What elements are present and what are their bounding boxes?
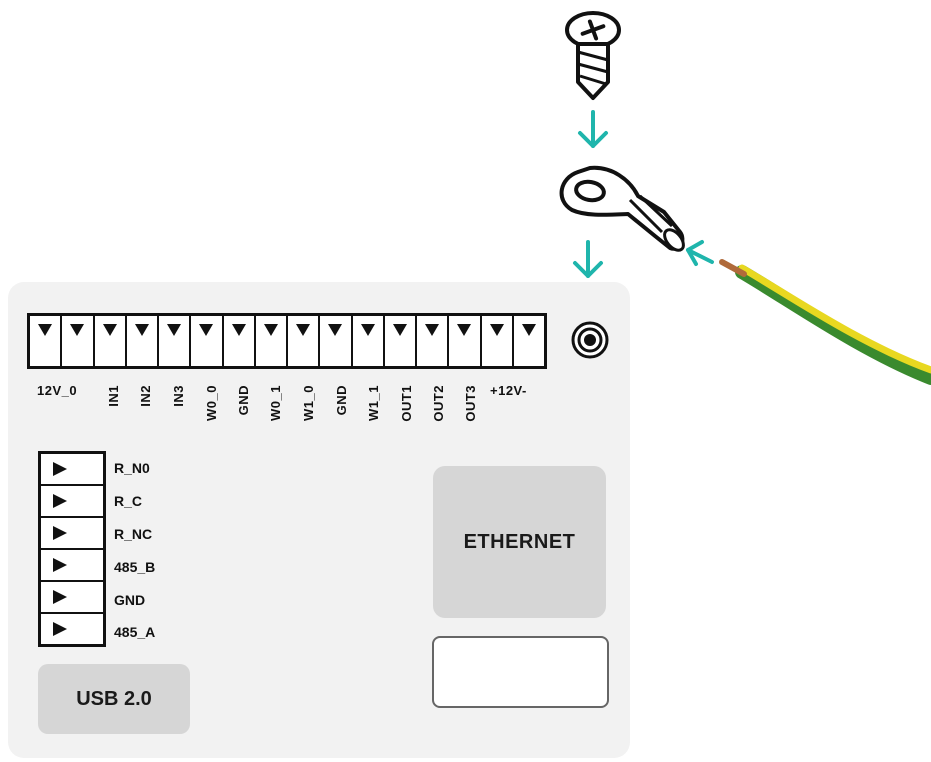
left-arrow-icon [686,240,714,266]
ring-terminal-icon [559,165,685,252]
ground-wire-icon [719,259,931,385]
screw-icon [565,11,621,100]
grounding-illustration [559,11,931,385]
down-arrow-icon-1 [578,110,608,148]
down-arrow-icon-2 [573,240,603,278]
